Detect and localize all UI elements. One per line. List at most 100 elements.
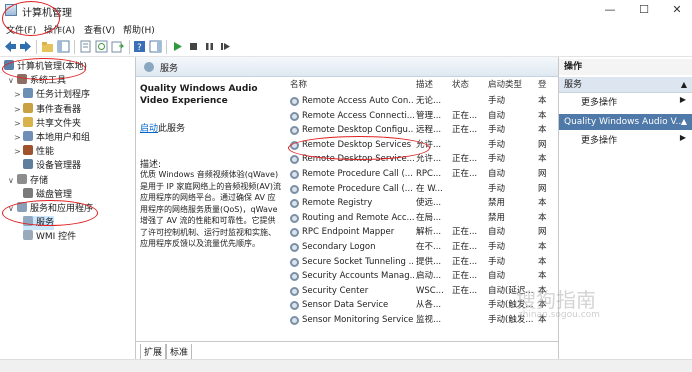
service-logon-cell: 本 [538,110,547,121]
collapse-arrow-icon[interactable]: ▲ [681,77,687,93]
expand-chevron-icon[interactable]: > [14,117,23,131]
stop-service-icon[interactable] [187,40,200,53]
service-desc-cell: 提供... [416,256,442,267]
column-status[interactable]: 状态 [452,77,469,94]
restart-service-icon[interactable] [219,40,232,53]
tab-extended[interactable]: 扩展 [140,344,167,360]
service-desc-cell: WSC... [416,285,444,296]
service-desc-cell: 在 W... [416,183,443,194]
service-row[interactable]: Secure Socket Tunneling ... 提供... 正在... 手动 本 [284,255,547,270]
service-startup-cell: 手动 [488,96,506,106]
selected-service-title: Quality Windows Audio Video Experience [140,84,258,106]
start-service-icon[interactable] [171,40,184,53]
tree-item[interactable]: WMI 控件 [23,230,76,244]
expand-chevron-icon[interactable]: > [14,88,23,102]
menu-help[interactable]: 帮助(H) [123,23,155,36]
tree-node-icon [23,88,33,99]
service-row[interactable]: Security Center WSC... 正在... 自动(延迟... 本 [284,284,547,299]
actions-group-services[interactable]: 服务 ▲ [559,77,692,93]
service-row[interactable]: Security Accounts Manag... 启动... 正在... 自动 本 [284,269,547,284]
service-desc-cell: 在局... [416,212,442,223]
tree-node-icon [23,116,33,127]
start-service-link[interactable]: 启动 [140,124,158,134]
service-row[interactable]: Remote Desktop Configu... 远程... 正在... 手动本 [284,123,547,138]
expand-chevron-icon[interactable]: > [14,131,23,145]
collapse-arrow-icon[interactable]: ▲ [681,114,687,130]
service-gear-icon [290,301,299,311]
tree-item[interactable]: ∨ 存储 [8,173,48,188]
service-logon-cell: 网 [538,139,547,150]
tree-item[interactable]: > 本地用户和组 [14,131,90,145]
tab-standard[interactable]: 标准 [166,344,193,360]
service-startup-cell: 手动 [488,242,506,252]
service-row[interactable]: Sensor Data Service 从各... 手动(触发... 本 [284,298,547,313]
tree-item[interactable]: 设备管理器 [23,159,81,173]
expand-chevron-icon[interactable]: > [14,103,23,117]
show-tree-icon[interactable] [57,40,70,53]
submenu-arrow-icon: ▶ [679,95,686,104]
tree-item-label: 共享文件夹 [36,118,82,129]
service-status-cell: 正在... [452,271,478,282]
service-name-cell: Remote Access Connecti... [302,110,414,121]
pause-service-icon[interactable] [203,40,216,53]
service-row[interactable]: Sensor Monitoring Service 监视... 手动(触发... 本 [284,313,547,328]
service-logon-cell: 本 [538,125,547,136]
service-desc-cell: 使远... [416,198,442,209]
help-icon[interactable]: ? [133,40,146,53]
service-logon-cell: 网 [538,183,547,194]
toolbar: ? [0,37,692,57]
service-gear-icon [290,286,299,296]
service-name-cell: Remote Procedure Call (... [302,183,413,194]
start-service-suffix: 此服务 [158,124,186,134]
service-startup-cell: 自动 [488,110,506,121]
tree-item[interactable]: > 性能 [14,145,54,159]
column-name[interactable]: 名称 [290,77,307,94]
service-row[interactable]: Remote Procedure Call (... 在 W... 手动 网 [284,182,547,197]
service-gear-icon [290,228,299,238]
column-description[interactable]: 描述 [416,77,433,94]
close-button[interactable]: ✕ [668,2,686,18]
svg-text:?: ? [137,43,142,53]
status-bar [0,359,692,372]
refresh-icon[interactable] [95,40,108,53]
column-startup-type[interactable]: 启动类型 [488,77,522,94]
forward-arrow-icon[interactable] [19,40,32,53]
service-startup-cell: 手动 [488,183,506,194]
expand-chevron-icon[interactable]: > [14,145,23,159]
maximize-button[interactable]: ☐ [635,2,653,18]
service-row[interactable]: Remote Access Connecti... 管理... 正在... 自动 本 [284,109,547,124]
service-row[interactable]: Remote Procedure Call (... RPC... 正在... 自动 网 [284,167,547,182]
up-folder-icon[interactable] [41,40,54,53]
tree-item[interactable]: > 事件查看器 [14,102,82,117]
properties-icon[interactable] [79,40,92,53]
tree-item-label: 事件查看器 [36,104,82,115]
menu-view[interactable]: 查看(V) [84,23,115,36]
service-desc-cell: 从各... [416,300,442,311]
service-logon-cell: 本 [538,154,547,165]
tree-item[interactable]: > 共享文件夹 [14,116,82,131]
more-actions-services[interactable]: 更多操作 [581,95,617,108]
back-arrow-icon[interactable] [4,40,17,53]
service-gear-icon [290,257,299,267]
show-action-pane-icon[interactable] [149,40,162,53]
service-logon-cell: 本 [538,271,547,282]
service-row[interactable]: Remote Access Auto Con... 无论... 手动 本 [284,94,547,109]
more-actions-service[interactable]: 更多操作 [581,133,617,146]
export-list-icon[interactable] [111,40,124,53]
service-startup-cell: 自动 [488,227,506,238]
service-name-cell: Secure Socket Tunneling ... [302,256,414,267]
service-row[interactable]: Remote Registry 使远... 禁用 本 [284,196,547,211]
service-row[interactable]: Secondary Logon 在不... 正在... 手动 本 [284,240,547,255]
expand-chevron-icon[interactable]: ∨ [8,174,17,188]
service-description-pane: Quality Windows Audio Video Experience 启… [136,77,284,341]
tree-item[interactable]: > 任务计划程序 [14,88,90,102]
service-logon-cell: 本 [538,256,547,267]
column-logon[interactable]: 登 [538,77,547,94]
service-status-cell: 正在... [452,154,478,165]
service-row[interactable]: RPC Endpoint Mapper 解析... 正在... 自动 网 [284,225,547,240]
minimize-button[interactable]: — [601,2,619,18]
service-row[interactable]: Routing and Remote Acc... 在局... 禁用 本 [284,211,547,226]
actions-group-selected-service[interactable]: Quality Windows Audio V... ▲ [559,114,692,130]
service-gear-icon [290,243,299,252]
actions-group-selected-label: Quality Windows Audio V... [564,117,685,127]
